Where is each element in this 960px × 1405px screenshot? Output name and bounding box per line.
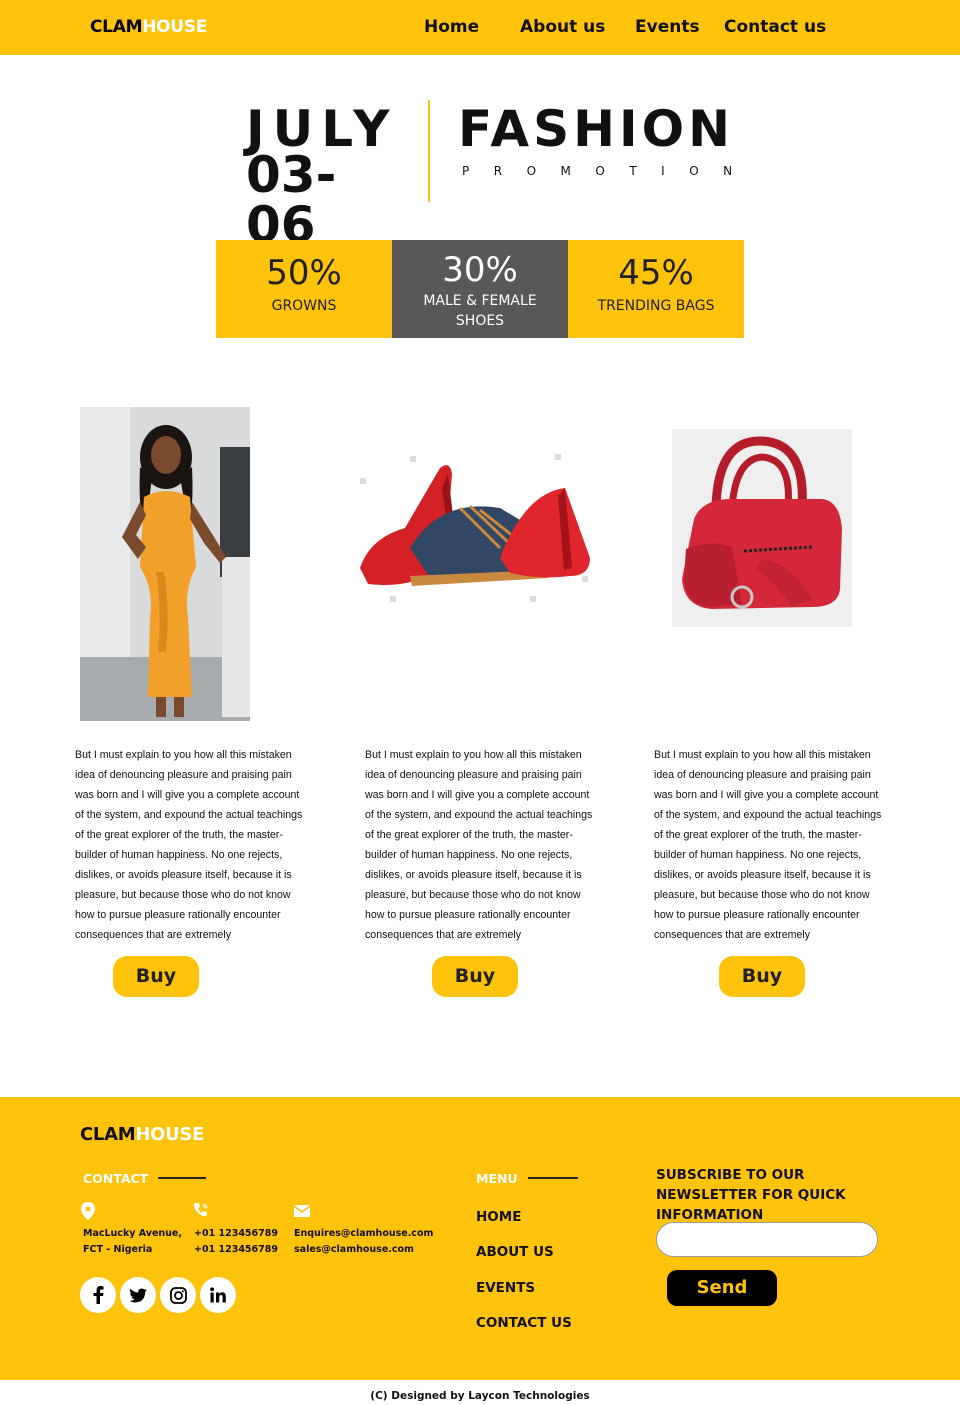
twitter-icon[interactable] — [120, 1277, 156, 1313]
logo-clam: CLAM — [80, 1124, 136, 1145]
location-pin-icon — [81, 1202, 97, 1220]
footer-menu-events[interactable]: EVENTS — [476, 1280, 535, 1296]
hero-title: FASHION — [458, 100, 734, 158]
footer: CLAMHOUSE CONTACT MacLucky Avenue, FCT -… — [0, 1097, 960, 1380]
buy-button-bag[interactable]: Buy — [719, 956, 805, 997]
newsletter-email-input[interactable] — [656, 1222, 878, 1257]
logo-clam: CLAM — [90, 17, 143, 37]
logo-house: HOUSE — [142, 17, 208, 37]
product-description: But I must explain to you how all this m… — [75, 749, 303, 941]
footer-logo[interactable]: CLAMHOUSE — [80, 1124, 204, 1145]
nav-home-link[interactable]: Home — [424, 17, 479, 37]
contact-heading-rule — [158, 1177, 206, 1179]
event-days: 03-06 — [246, 146, 337, 254]
phone-number[interactable]: +01 123456789 — [194, 1226, 278, 1242]
event-date: JULY 03-06 — [246, 104, 389, 254]
product-image-shoes — [350, 448, 600, 606]
facebook-icon[interactable] — [80, 1277, 116, 1313]
copyright-text: (C) Designed by Laycon Technologies — [370, 1390, 590, 1402]
logo-house: HOUSE — [135, 1124, 205, 1145]
handbag-illustration — [672, 429, 852, 627]
page: CLAMHOUSE Home About us Events Contact u… — [0, 0, 960, 1405]
contact-heading: CONTACT — [83, 1171, 149, 1186]
menu-heading: MENU — [476, 1171, 518, 1186]
footer-menu-home[interactable]: HOME — [476, 1209, 521, 1225]
contact-phones: +01 123456789 +01 123456789 — [194, 1226, 278, 1258]
site-logo[interactable]: CLAMHOUSE — [90, 17, 207, 37]
linkedin-icon[interactable] — [200, 1277, 236, 1313]
contact-emails: Enquires@clamhouse.com sales@clamhouse.c… — [294, 1226, 433, 1258]
contact-address: MacLucky Avenue, FCT - Nigeria — [83, 1226, 182, 1258]
top-navbar: CLAMHOUSE Home About us Events Contact u… — [0, 0, 960, 55]
promo-percent: 50% — [266, 253, 342, 293]
address-line: MacLucky Avenue, — [83, 1228, 182, 1239]
product-image-bag — [672, 429, 852, 627]
nav-events-link[interactable]: Events — [635, 17, 700, 37]
buy-button-shoes[interactable]: Buy — [432, 956, 518, 997]
address-line: FCT - Nigeria — [83, 1244, 153, 1255]
promo-box-gowns: 50% GROWNS — [216, 240, 392, 338]
footer-menu-about[interactable]: ABOUT US — [476, 1244, 554, 1260]
phone-number[interactable]: +01 123456789 — [194, 1242, 278, 1258]
buy-button-dress[interactable]: Buy — [113, 956, 199, 997]
menu-heading-rule — [528, 1177, 578, 1179]
send-button[interactable]: Send — [667, 1270, 777, 1306]
mail-icon — [293, 1202, 311, 1218]
instagram-icon[interactable] — [160, 1277, 196, 1313]
woman-dress-illustration — [80, 407, 250, 721]
promo-label: MALE & FEMALE SHOES — [423, 293, 537, 329]
promo-box-bags: 45% TRENDING BAGS — [568, 240, 744, 338]
promo-percent: 30% — [442, 250, 518, 290]
email-address[interactable]: sales@clamhouse.com — [294, 1242, 433, 1258]
phone-icon — [193, 1202, 209, 1218]
email-address[interactable]: Enquires@clamhouse.com — [294, 1226, 433, 1242]
promo-box-shoes: 30% MALE & FEMALE SHOES — [392, 240, 568, 338]
footer-menu-contact[interactable]: CONTACT US — [476, 1315, 572, 1331]
promo-label: GROWNS — [271, 298, 337, 314]
hero-subtitle: PROMOTION — [462, 164, 757, 178]
product-image-dress — [80, 407, 250, 721]
nav-about-link[interactable]: About us — [520, 17, 605, 37]
product-description: But I must explain to you how all this m… — [654, 749, 882, 941]
hero-divider — [428, 100, 430, 202]
promo-label: TRENDING BAGS — [597, 298, 715, 314]
product-description: But I must explain to you how all this m… — [365, 749, 593, 941]
nav-contact-link[interactable]: Contact us — [724, 17, 826, 37]
promo-percent: 45% — [618, 253, 694, 293]
shoes-illustration — [350, 448, 600, 606]
newsletter-heading: SUBSCRIBE TO OUR NEWSLETTER FOR QUICK IN… — [656, 1167, 846, 1223]
